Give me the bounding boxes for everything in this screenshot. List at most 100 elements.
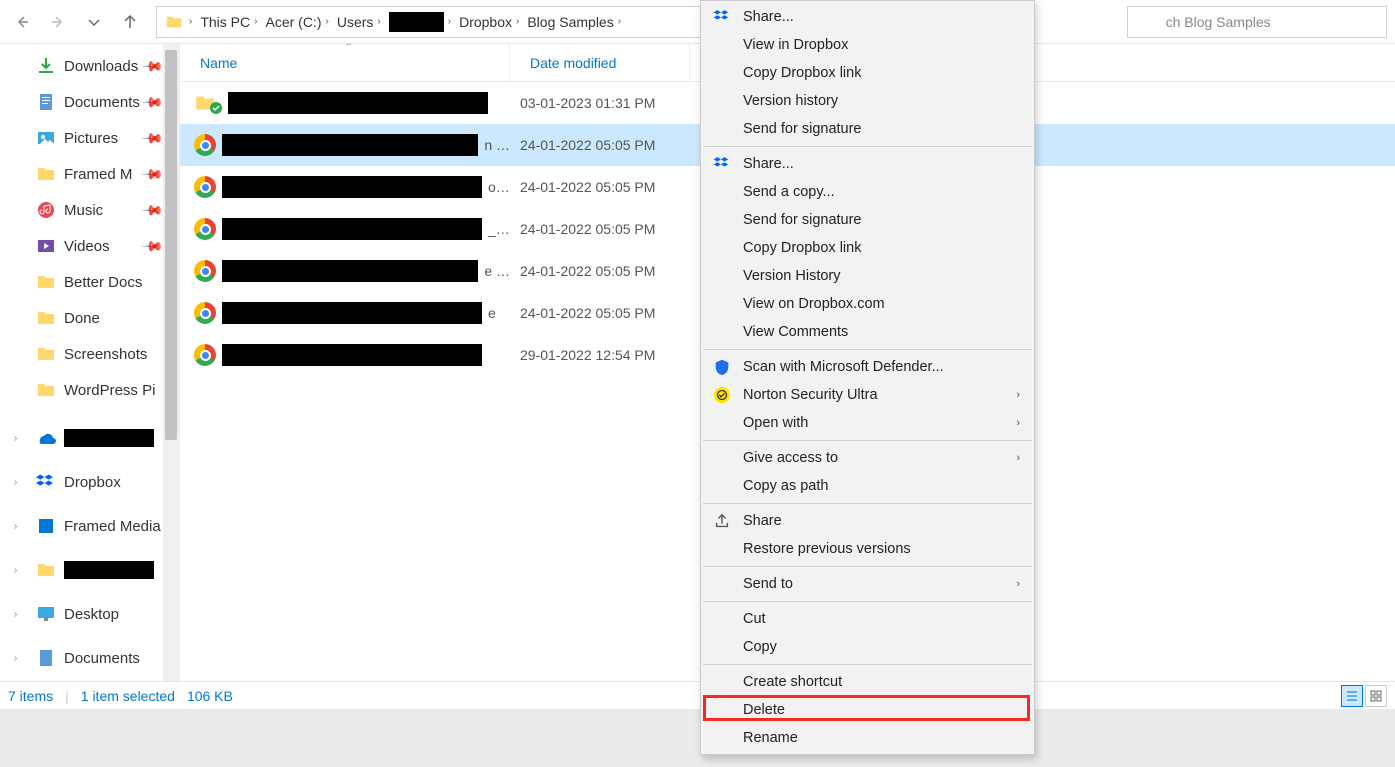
menu-item-create-shortcut[interactable]: Create shortcut: [701, 668, 1034, 696]
menu-item-delete[interactable]: Delete: [701, 696, 1034, 724]
crumb-current[interactable]: Blog Samples›: [523, 7, 625, 37]
menu-item-version-history[interactable]: Version history: [701, 87, 1034, 115]
file-name-cell: [180, 344, 510, 366]
menu-item-cut[interactable]: Cut: [701, 605, 1034, 633]
menu-separator: [703, 503, 1032, 504]
chevron-right-icon[interactable]: ›: [14, 433, 17, 444]
sidebar-tree-onedrive[interactable]: ›: [0, 420, 179, 456]
menu-item-label: Send to: [743, 576, 793, 592]
file-name-redacted: [222, 218, 482, 240]
file-name-cell: _…: [180, 218, 510, 240]
sidebar-item-pictures[interactable]: Pictures📌: [0, 120, 179, 156]
list-icon: [1345, 689, 1359, 703]
sidebar-item-documents[interactable]: Documents📌: [0, 84, 179, 120]
forward-button[interactable]: [44, 8, 72, 36]
sidebar-tree-framed[interactable]: ›Framed Media: [0, 508, 179, 544]
file-name-redacted: [228, 92, 488, 114]
sidebar-item-downloads[interactable]: Downloads📌: [0, 48, 179, 84]
menu-item-send-a-copy[interactable]: Send a copy...: [701, 178, 1034, 206]
file-date-cell: 03-01-2023 01:31 PM: [510, 95, 690, 111]
menu-item-label: Open with: [743, 415, 808, 431]
menu-item-copy-dropbox-link[interactable]: Copy Dropbox link: [701, 234, 1034, 262]
column-date[interactable]: Date modified: [510, 44, 690, 81]
menu-item-copy-dropbox-link[interactable]: Copy Dropbox link: [701, 59, 1034, 87]
sidebar-item-music[interactable]: Music📌: [0, 192, 179, 228]
file-name-redacted: [222, 260, 478, 282]
menu-item-give-access-to[interactable]: Give access to›: [701, 444, 1034, 472]
crumb-user-redacted[interactable]: ›: [385, 7, 455, 37]
sidebar-item-wordpress[interactable]: WordPress Pi: [0, 372, 179, 408]
pin-icon: 📌: [140, 162, 164, 186]
pin-icon: 📌: [140, 198, 164, 222]
menu-separator: [703, 146, 1032, 147]
menu-item-share[interactable]: Share...: [701, 3, 1034, 31]
recent-button[interactable]: [80, 8, 108, 36]
file-date-cell: 24-01-2022 05:05 PM: [510, 221, 690, 237]
grid-icon: [1369, 689, 1383, 703]
menu-item-rename[interactable]: Rename: [701, 724, 1034, 752]
main-area: Downloads📌 Documents📌 Pictures📌 Framed M…: [0, 44, 1395, 681]
sidebar-item-done[interactable]: Done: [0, 300, 179, 336]
sidebar-tree-desktop[interactable]: ›Desktop: [0, 596, 179, 632]
file-date-cell: 24-01-2022 05:05 PM: [510, 305, 690, 321]
chevron-right-icon[interactable]: ›: [14, 477, 17, 488]
sidebar-tree-redacted[interactable]: ›: [0, 552, 179, 588]
crumb-drive[interactable]: Acer (C:)›: [261, 7, 332, 37]
sidebar-item-videos[interactable]: Videos📌: [0, 228, 179, 264]
pin-icon: 📌: [140, 90, 164, 114]
sidebar-item-betterdocs[interactable]: Better Docs: [0, 264, 179, 300]
menu-item-label: Give access to: [743, 450, 838, 466]
menu-item-share[interactable]: Share: [701, 507, 1034, 535]
sidebar-tree-documents[interactable]: ›Documents: [0, 640, 179, 676]
menu-item-label: View Comments: [743, 324, 848, 340]
menu-item-version-history[interactable]: Version History: [701, 262, 1034, 290]
menu-item-view-comments[interactable]: View Comments: [701, 318, 1034, 346]
menu-item-view-on-dropbox-com[interactable]: View on Dropbox.com: [701, 290, 1034, 318]
file-date-cell: 24-01-2022 05:05 PM: [510, 137, 690, 153]
view-icons-button[interactable]: [1365, 685, 1387, 707]
menu-item-copy-as-path[interactable]: Copy as path: [701, 472, 1034, 500]
chevron-right-icon[interactable]: ›: [14, 565, 17, 576]
dropbox-icon: [713, 8, 731, 26]
menu-item-label: Version History: [743, 268, 841, 284]
chrome-icon: [194, 344, 216, 366]
menu-item-open-with[interactable]: Open with›: [701, 409, 1034, 437]
chrome-icon: [194, 176, 216, 198]
menu-item-copy[interactable]: Copy: [701, 633, 1034, 661]
menu-item-scan-with-microsoft-defender[interactable]: Scan with Microsoft Defender...: [701, 353, 1034, 381]
up-button[interactable]: [116, 8, 144, 36]
menu-item-send-to[interactable]: Send to›: [701, 570, 1034, 598]
chrome-icon: [194, 302, 216, 324]
shield-icon: [713, 358, 731, 376]
back-button[interactable]: [8, 8, 36, 36]
pictures-icon: [36, 128, 56, 148]
chevron-right-icon[interactable]: ›: [14, 521, 17, 532]
menu-separator: [703, 601, 1032, 602]
menu-item-send-for-signature[interactable]: Send for signature: [701, 115, 1034, 143]
menu-item-norton-security-ultra[interactable]: Norton Security Ultra ›: [701, 381, 1034, 409]
view-details-button[interactable]: [1341, 685, 1363, 707]
crumb-dropbox[interactable]: Dropbox›: [455, 7, 523, 37]
sidebar-item-framed[interactable]: Framed M📌: [0, 156, 179, 192]
folder-icon: [36, 344, 56, 364]
menu-item-view-in-dropbox[interactable]: View in Dropbox: [701, 31, 1034, 59]
status-size: 106 KB: [187, 688, 233, 704]
document-icon: [36, 92, 56, 112]
column-name[interactable]: ⌃Name: [180, 44, 510, 81]
menu-item-send-for-signature[interactable]: Send for signature: [701, 206, 1034, 234]
chevron-right-icon[interactable]: ›: [14, 653, 17, 664]
sidebar-tree-dropbox[interactable]: ›Dropbox: [0, 464, 179, 500]
bottom-padding: [0, 709, 1395, 767]
search-input[interactable]: Search Blog Samples: [1127, 6, 1387, 38]
menu-item-label: Restore previous versions: [743, 541, 911, 557]
crumb-folder-icon[interactable]: ›: [161, 7, 196, 37]
menu-item-label: Norton Security Ultra: [743, 387, 878, 403]
chevron-right-icon[interactable]: ›: [14, 609, 17, 620]
menu-item-share[interactable]: Share...: [701, 150, 1034, 178]
menu-item-restore-previous-versions[interactable]: Restore previous versions: [701, 535, 1034, 563]
chevron-right-icon: ›: [1016, 389, 1020, 401]
pin-icon: 📌: [140, 234, 164, 258]
crumb-users[interactable]: Users›: [333, 7, 385, 37]
sidebar-item-screenshots[interactable]: Screenshots: [0, 336, 179, 372]
crumb-this-pc[interactable]: This PC›: [196, 7, 261, 37]
